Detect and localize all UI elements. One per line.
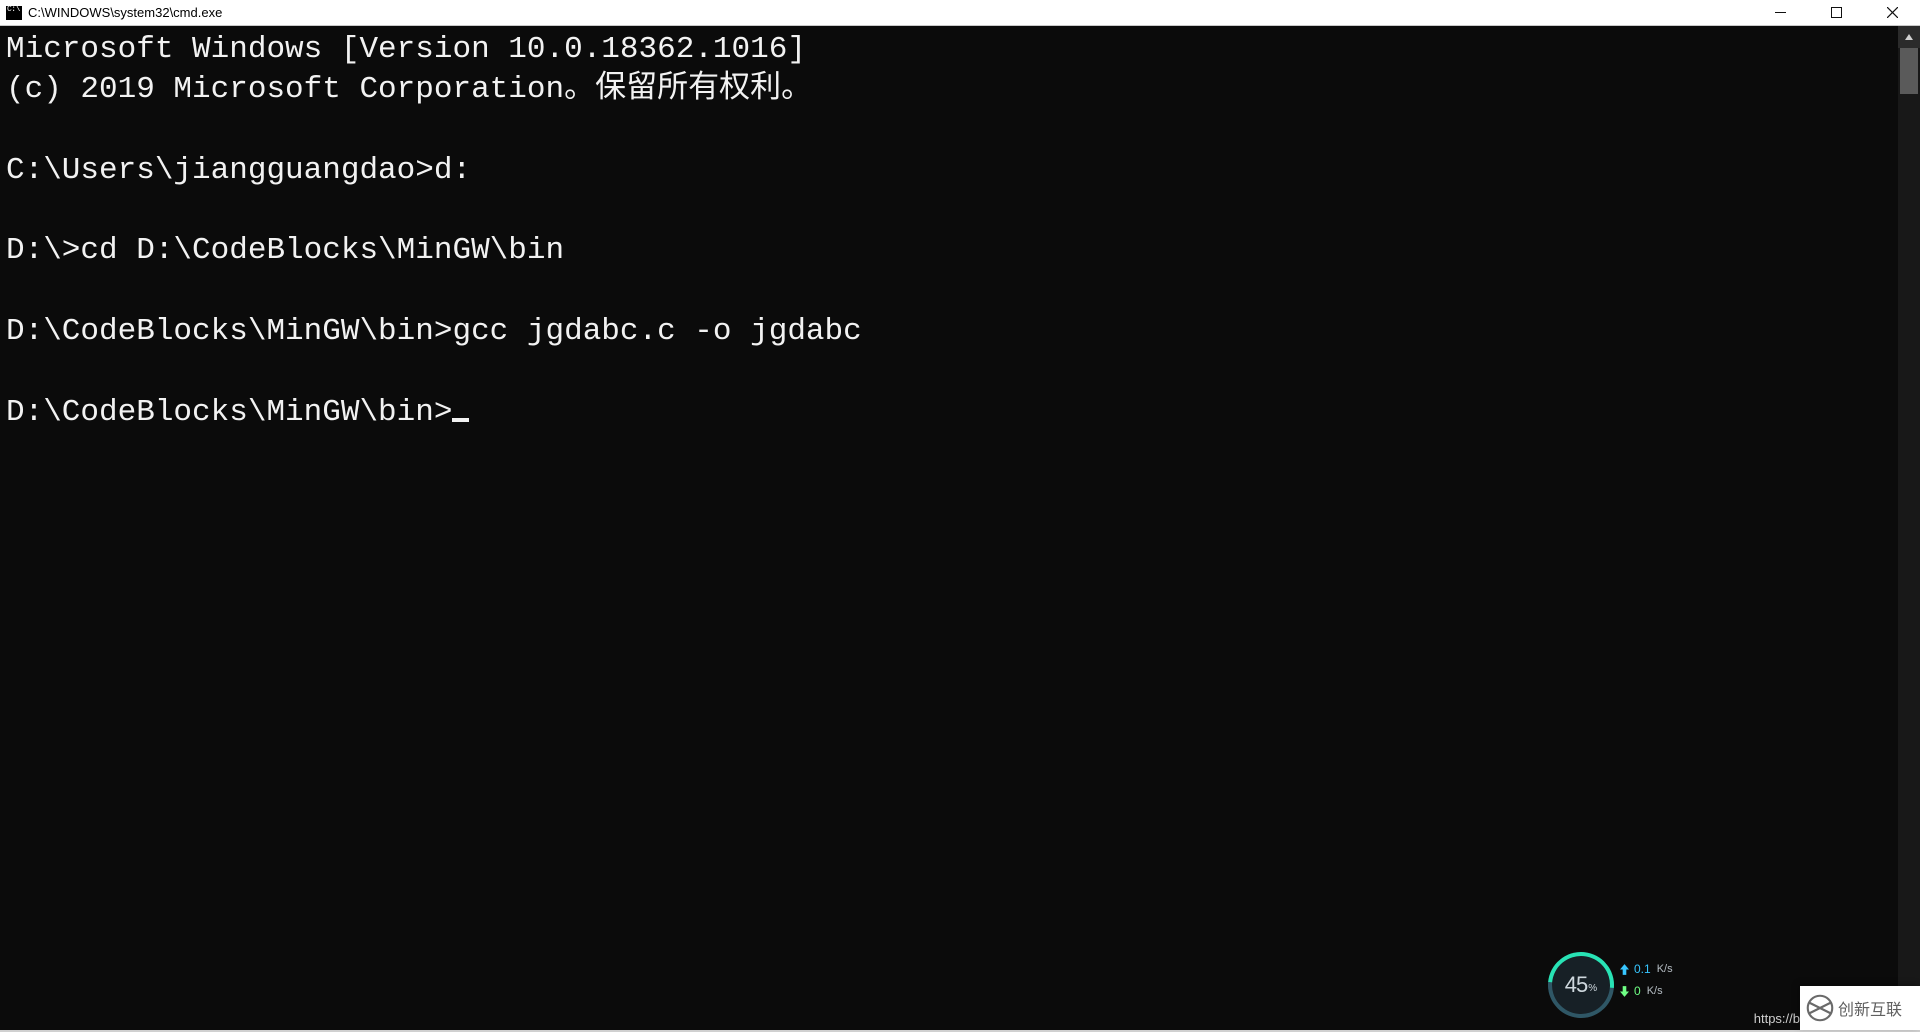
terminal-line: D:\>cd D:\CodeBlocks\MinGW\bin [6,231,1894,271]
titlebar[interactable]: C:\WINDOWS\system32\cmd.exe [0,0,1920,26]
arrow-down-icon [1620,986,1629,997]
terminal-line [6,191,1894,231]
terminal-line: Microsoft Windows [Version 10.0.18362.10… [6,30,1894,70]
terminal-line [6,111,1894,151]
upload-value: 0.1 [1634,962,1651,976]
upload-speed: 0.1 K/s [1620,962,1673,976]
minimize-icon [1775,7,1786,18]
upload-unit: K/s [1657,963,1673,975]
scroll-up-button[interactable] [1898,26,1920,48]
terminal-line: (c) 2019 Microsoft Corporation。保留所有权利。 [6,70,1894,110]
maximize-button[interactable] [1808,0,1864,26]
percent-sign: % [1588,983,1597,994]
close-icon [1887,7,1898,18]
maximize-icon [1831,7,1842,18]
brand-badge[interactable]: 创新互联 [1800,986,1920,1030]
terminal-active-line[interactable]: D:\CodeBlocks\MinGW\bin> [6,393,1894,433]
download-unit: K/s [1647,985,1663,997]
brand-text: 创新互联 [1838,996,1902,1020]
terminal-line [6,352,1894,392]
scroll-track[interactable] [1898,48,1920,1008]
brand-logo-icon [1806,994,1834,1022]
terminal-line: D:\CodeBlocks\MinGW\bin>gcc jgdabc.c -o … [6,312,1894,352]
download-speed: 0 K/s [1620,984,1673,998]
arrow-up-icon [1620,964,1629,975]
usage-percent: 45 [1565,972,1587,998]
terminal-line [6,272,1894,312]
window-title: C:\WINDOWS\system32\cmd.exe [28,5,222,20]
vertical-scrollbar[interactable] [1898,26,1920,1030]
minimize-button[interactable] [1752,0,1808,26]
scroll-thumb[interactable] [1900,48,1918,94]
terminal-cursor [452,418,469,422]
usage-ring: 45 % [1548,952,1614,1018]
terminal-active-prompt: D:\CodeBlocks\MinGW\bin> [6,395,452,430]
terminal-output[interactable]: Microsoft Windows [Version 10.0.18362.10… [0,26,1898,1030]
terminal-window: Microsoft Windows [Version 10.0.18362.10… [0,26,1920,1030]
terminal-line: C:\Users\jiangguangdao>d: [6,151,1894,191]
network-speed-overlay[interactable]: 45 % 0.1 K/s 0 K/s [1548,944,1698,1024]
download-value: 0 [1634,984,1641,998]
chevron-up-icon [1904,32,1914,42]
close-button[interactable] [1864,0,1920,26]
cmd-icon [6,6,22,20]
net-stats: 0.1 K/s 0 K/s [1620,962,1673,998]
